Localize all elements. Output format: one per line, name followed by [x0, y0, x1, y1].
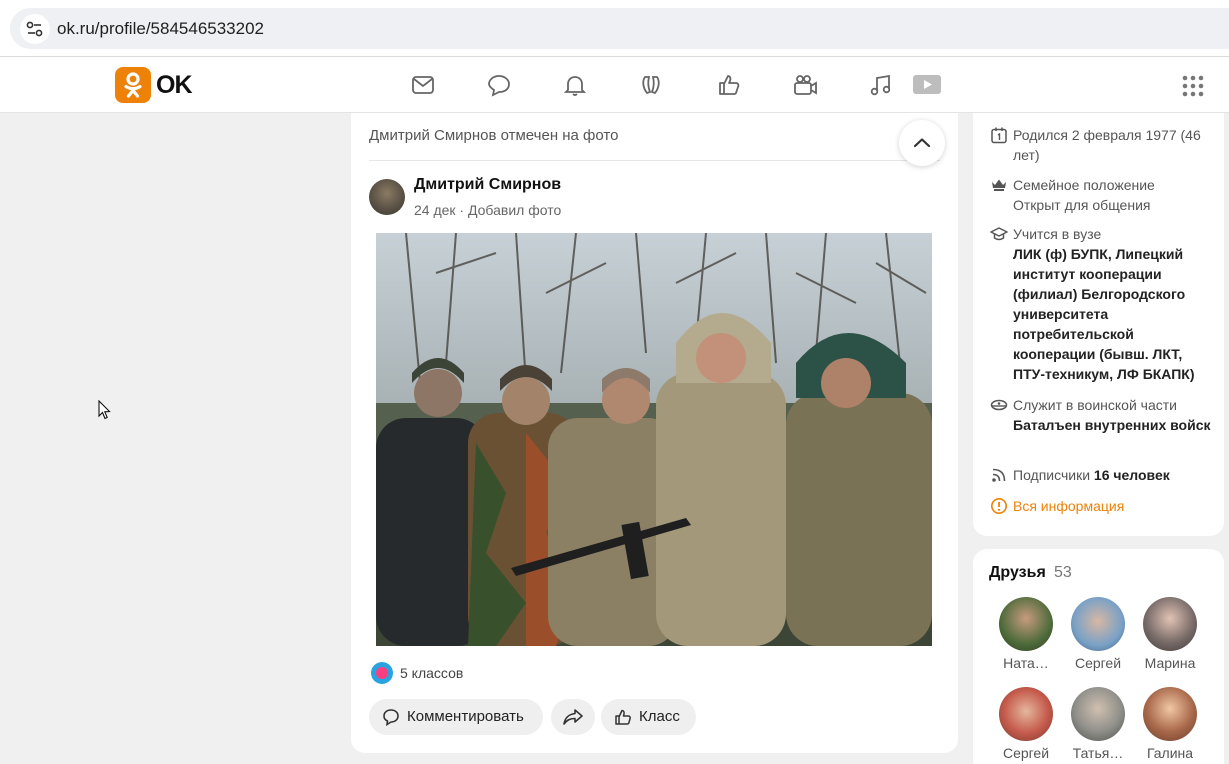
- browser-toolbar: ok.ru/profile/584546533202: [0, 0, 1229, 57]
- video-showcase-icon[interactable]: [912, 72, 942, 98]
- friend-name[interactable]: Татья…: [1066, 745, 1130, 761]
- address-bar[interactable]: ok.ru/profile/584546533202: [10, 8, 1229, 49]
- all-info-text[interactable]: Вся информация: [1013, 496, 1213, 516]
- post-author-name[interactable]: Дмитрий Смирнов: [414, 176, 561, 194]
- guests-icon[interactable]: [639, 72, 665, 98]
- feed-post-card: Дмитрий Смирнов отмечен на фото Дмитрий …: [351, 113, 958, 753]
- friend-avatar[interactable]: [999, 597, 1053, 651]
- profile-info-card: Родился 2 февраля 1977 (46 лет) Семейное…: [973, 113, 1224, 536]
- mail-icon[interactable]: [410, 72, 436, 98]
- calendar-icon: [991, 127, 1007, 144]
- friend-avatar[interactable]: [1143, 597, 1197, 651]
- friend-name[interactable]: Галина: [1138, 745, 1202, 761]
- mouse-cursor-icon: [98, 399, 112, 420]
- share-button[interactable]: [551, 699, 595, 735]
- birth-text: Родился 2 февраля 1977 (46 лет): [1013, 127, 1201, 163]
- friend-name[interactable]: Сергей: [994, 745, 1058, 761]
- friend-avatar[interactable]: [999, 687, 1053, 741]
- music-icon[interactable]: [868, 72, 894, 98]
- ok-logo-icon[interactable]: [115, 67, 151, 103]
- friends-count[interactable]: 53: [1054, 564, 1072, 582]
- chevron-up-icon: [913, 138, 931, 148]
- graduation-cap-icon: [990, 227, 1008, 241]
- video-icon[interactable]: [792, 72, 818, 98]
- military-cap-icon: [990, 399, 1008, 411]
- friends-title[interactable]: Друзья: [989, 564, 1046, 582]
- post-photo[interactable]: [376, 233, 932, 646]
- friend-avatar[interactable]: [1071, 597, 1125, 651]
- notifications-icon[interactable]: [562, 72, 588, 98]
- author-avatar[interactable]: [369, 179, 405, 215]
- discussions-icon[interactable]: [486, 72, 512, 98]
- collapse-button[interactable]: [899, 120, 945, 166]
- subscribers-value: 16 человек: [1093, 467, 1170, 483]
- divider: [369, 160, 940, 161]
- military-value[interactable]: Баталъен внутренних войск: [1013, 415, 1213, 435]
- site-header: OK: [0, 57, 1229, 113]
- class-button[interactable]: Класс: [601, 699, 696, 735]
- family-label: Семейное положение: [1013, 177, 1155, 193]
- family-value[interactable]: Открыт для общения: [1013, 195, 1213, 215]
- comment-label: Комментировать: [407, 708, 524, 725]
- study-value[interactable]: ЛИК (ф) БУПК, Липецкий институт кооперац…: [1013, 244, 1213, 384]
- comment-button[interactable]: Комментировать: [369, 699, 543, 735]
- info-icon: [991, 498, 1007, 514]
- thumbs-up-icon: [615, 709, 631, 725]
- likes-count[interactable]: 5 классов: [400, 665, 463, 681]
- post-tag-line: Дмитрий Смирнов отмечен на фото: [369, 127, 619, 144]
- comment-icon: [383, 709, 399, 726]
- friend-avatar[interactable]: [1143, 687, 1197, 741]
- apps-grid-icon[interactable]: [1182, 75, 1204, 97]
- likes-icon[interactable]: [716, 72, 742, 98]
- friend-avatar[interactable]: [1071, 687, 1125, 741]
- url-text[interactable]: ok.ru/profile/584546533202: [57, 19, 264, 39]
- rss-icon: [992, 468, 1006, 482]
- military-label: Служит в воинской части: [1013, 397, 1177, 413]
- friends-card: Друзья 53 Ната… Сергей Марина Сергей Тат…: [973, 549, 1224, 764]
- class-reaction-icon: [371, 662, 393, 684]
- post-meta: 24 дек · Добавил фото: [414, 202, 562, 218]
- share-icon: [563, 709, 583, 725]
- class-label: Класс: [639, 708, 680, 725]
- tune-icon[interactable]: [20, 14, 50, 44]
- friend-name[interactable]: Ната…: [994, 655, 1058, 671]
- logo-text[interactable]: OK: [156, 71, 192, 100]
- study-label: Учится в вузе: [1013, 226, 1102, 242]
- crown-icon: [992, 179, 1006, 191]
- friend-name[interactable]: Марина: [1138, 655, 1202, 671]
- friend-name[interactable]: Сергей: [1066, 655, 1130, 671]
- subscribers-label: Подписчики: [1013, 467, 1091, 483]
